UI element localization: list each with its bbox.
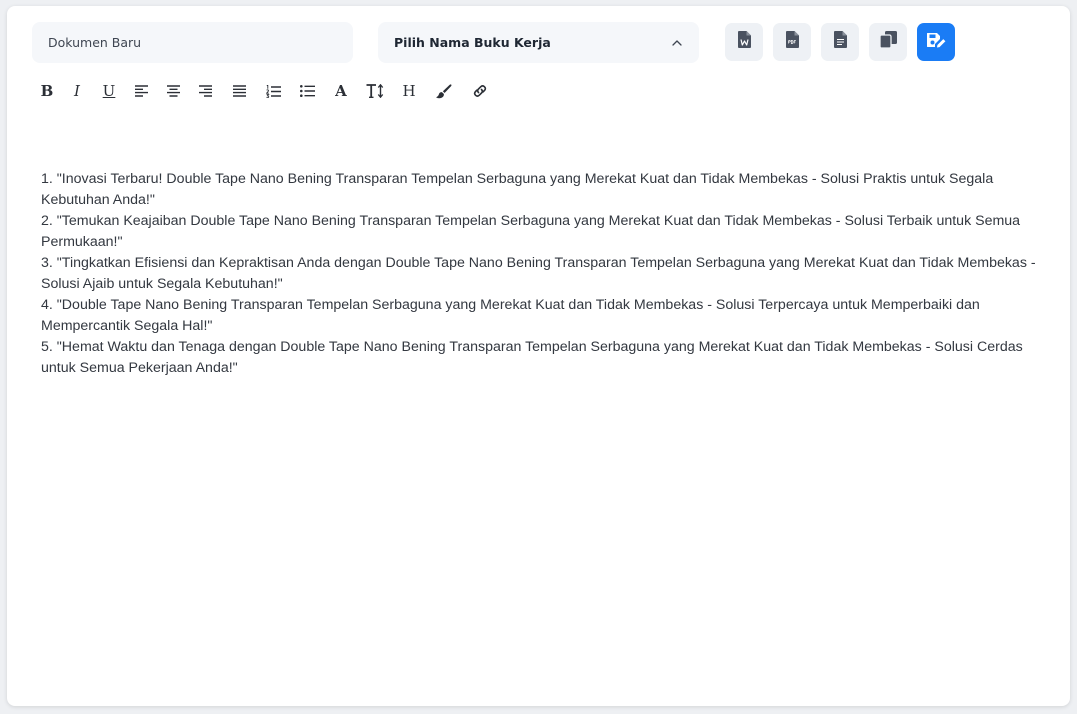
- copy-icon: [878, 31, 897, 53]
- editor-line: 3. "Tingkatkan Efisiensi dan Kepraktisan…: [41, 255, 1036, 292]
- font-size-icon: [366, 84, 384, 98]
- bold-button[interactable]: B: [34, 81, 60, 101]
- editor-line: 4. "Double Tape Nano Bening Transparan T…: [41, 297, 980, 334]
- editor-line: 5. "Hemat Waktu dan Tenaga dengan Double…: [41, 339, 1023, 376]
- align-justify-icon: [232, 85, 246, 97]
- link-icon: [471, 84, 489, 98]
- workbook-select-label: Pilih Nama Buku Kerja: [394, 35, 551, 50]
- export-pdf-button[interactable]: [773, 23, 811, 61]
- underline-button[interactable]: U: [94, 81, 124, 101]
- word-file-icon: [737, 31, 751, 53]
- ordered-list-icon: [265, 84, 281, 98]
- document-name-input[interactable]: [32, 22, 353, 63]
- chevron-up-icon: [671, 37, 683, 49]
- editor-line: 1. "Inovasi Terbaru! Double Tape Nano Be…: [41, 171, 994, 208]
- paint-brush-button[interactable]: [426, 81, 462, 101]
- copy-button[interactable]: [869, 23, 907, 61]
- align-center-button[interactable]: [158, 81, 188, 101]
- align-center-icon: [166, 85, 180, 97]
- heading-button[interactable]: H: [392, 81, 426, 101]
- export-word-button[interactable]: [725, 23, 763, 61]
- align-left-icon: [134, 85, 148, 97]
- italic-button[interactable]: I: [60, 81, 94, 101]
- save-button[interactable]: [917, 23, 955, 61]
- underline-icon: U: [102, 81, 116, 100]
- document-icon: [833, 31, 847, 53]
- font-color-button[interactable]: A: [324, 81, 358, 101]
- link-button[interactable]: [462, 81, 498, 101]
- align-right-icon: [198, 85, 212, 97]
- font-size-button[interactable]: [358, 81, 392, 101]
- workbook-select[interactable]: Pilih Nama Buku Kerja: [378, 22, 699, 63]
- pdf-file-icon: [785, 31, 799, 53]
- editor-line: 2. "Temukan Keajaiban Double Tape Nano B…: [41, 213, 1021, 250]
- bullet-list-icon: [299, 85, 315, 97]
- heading-icon: H: [402, 81, 416, 100]
- save-edit-icon: [926, 32, 946, 53]
- italic-icon: I: [74, 81, 80, 100]
- bullet-list-button[interactable]: [290, 81, 324, 101]
- align-left-button[interactable]: [124, 81, 158, 101]
- action-buttons: [725, 23, 955, 61]
- export-text-button[interactable]: [821, 23, 859, 61]
- formatting-toolbar: B I U A H: [34, 81, 498, 101]
- editor-card: Pilih Nama Buku Kerja: [7, 6, 1070, 706]
- font-color-icon: A: [335, 81, 347, 100]
- ordered-list-button[interactable]: [256, 81, 290, 101]
- align-justify-button[interactable]: [222, 81, 256, 101]
- align-right-button[interactable]: [188, 81, 222, 101]
- paint-brush-icon: [436, 83, 452, 99]
- editor-content[interactable]: 1. "Inovasi Terbaru! Double Tape Nano Be…: [41, 169, 1041, 379]
- bold-icon: B: [40, 81, 54, 100]
